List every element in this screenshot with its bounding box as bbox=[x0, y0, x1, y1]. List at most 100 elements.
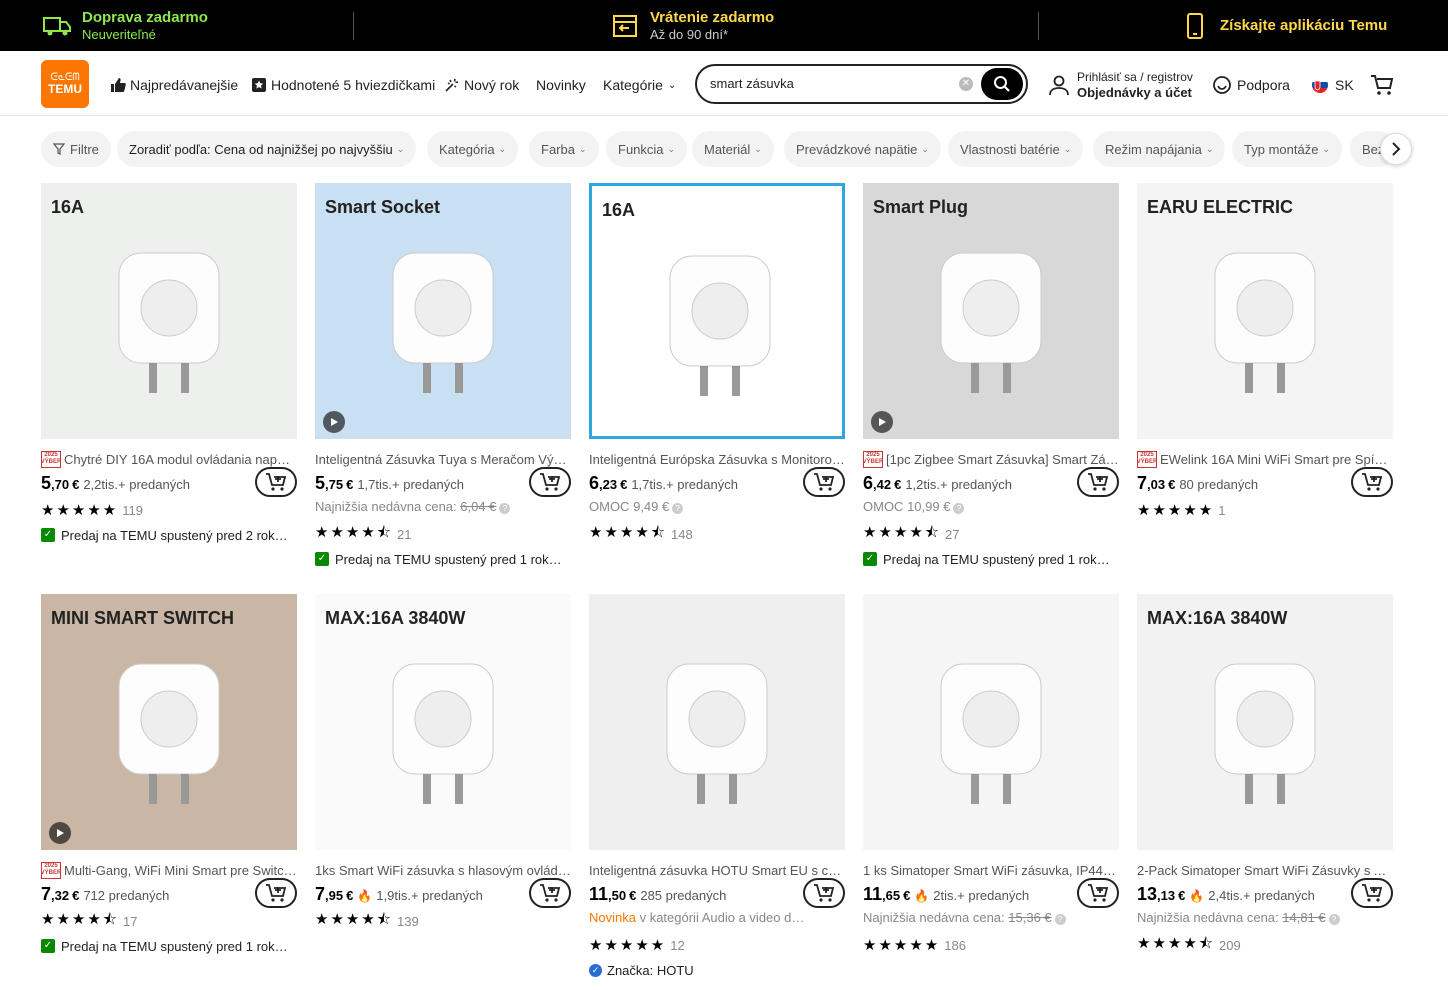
info-icon[interactable]: ? bbox=[1054, 914, 1066, 925]
verified-icon: ✓ bbox=[589, 963, 602, 977]
product-title[interactable]: 2025 VÝBER Chytré DIY 16A modul ovládania … bbox=[41, 450, 297, 468]
filter-chip-power-mode[interactable]: Režim napájania ⌄ bbox=[1093, 131, 1226, 167]
search-button[interactable] bbox=[981, 68, 1023, 100]
info-icon[interactable]: ? bbox=[672, 503, 684, 514]
product-card[interactable]: MAX:16A 3840W 2-Pack Simatoper Smart WiFi… bbox=[1137, 594, 1393, 974]
temu-logo[interactable]: ᕮᓇᕮᗰ TEMU bbox=[41, 60, 89, 108]
product-image[interactable]: 16A bbox=[41, 183, 297, 439]
product-card[interactable]: 16A Inteligentná Európska Zásuvka s Monit… bbox=[589, 183, 845, 563]
image-overlay-text: MAX:16A 3840W bbox=[1147, 608, 1288, 628]
product-card[interactable]: Inteligentná zásuvka HOTU Smart EU s cel… bbox=[589, 594, 845, 978]
product-image[interactable]: 16A bbox=[589, 183, 845, 439]
product-card[interactable]: MAX:16A 3840W 1ks Smart WiFi zásuvka s hl… bbox=[315, 594, 571, 974]
play-video-icon[interactable] bbox=[323, 411, 345, 433]
rating-count: 148 bbox=[671, 526, 693, 542]
filter-chip-voltage[interactable]: Prevádzkové napätie ⌄ bbox=[784, 131, 941, 167]
old-price: 6,04 € bbox=[460, 499, 497, 514]
nav-bestsellers[interactable]: Najpredávanejšie bbox=[110, 76, 238, 94]
product-title[interactable]: 2025 VÝBER [1pc Zigbee Smart Zásuvka] Smar… bbox=[863, 450, 1119, 468]
free-shipping-banner[interactable]: Doprava zadarmo Neuveriteľné bbox=[42, 0, 208, 51]
price-decimal: ,42 bbox=[873, 477, 892, 492]
price-row: 6,42 €1,2tis.+ predaných bbox=[863, 473, 1012, 495]
play-video-icon[interactable] bbox=[871, 411, 893, 433]
add-to-cart-button[interactable] bbox=[255, 878, 297, 908]
sold-count: 1,2tis.+ predaných bbox=[905, 477, 1012, 492]
product-image[interactable] bbox=[863, 594, 1119, 850]
chevron-down-icon: ⌄ bbox=[667, 143, 676, 154]
rating-count: 27 bbox=[945, 526, 960, 542]
filter-chip-battery[interactable]: Vlastnosti batérie ⌄ bbox=[948, 131, 1084, 167]
sold-count: 285 predaných bbox=[640, 888, 727, 903]
add-cart-icon bbox=[540, 884, 561, 902]
info-icon[interactable]: ? bbox=[499, 503, 511, 514]
filter-chip-function[interactable]: Funkcia ⌄ bbox=[606, 131, 688, 167]
hot-icon: 🔥 bbox=[914, 889, 930, 903]
nav-categories[interactable]: Kategórie ⌄ bbox=[603, 76, 676, 94]
product-image[interactable]: Smart Socket bbox=[315, 183, 571, 439]
add-to-cart-button[interactable] bbox=[803, 467, 845, 497]
add-to-cart-button[interactable] bbox=[529, 467, 571, 497]
add-to-cart-button[interactable] bbox=[1351, 467, 1393, 497]
promo-text: Predaj na TEMU spustený pred 1 rok… bbox=[335, 551, 562, 567]
add-to-cart-button[interactable] bbox=[255, 467, 297, 497]
chip-label: Kategória bbox=[439, 141, 495, 157]
free-returns-banner[interactable]: Vrátenie zadarmo Až do 90 dní* bbox=[610, 0, 774, 51]
product-image[interactable]: MAX:16A 3840W bbox=[315, 594, 571, 850]
product-title[interactable]: Inteligentná zásuvka HOTU Smart EU s cel… bbox=[589, 861, 845, 879]
product-card[interactable]: Smart Plug 2025 VÝBER [1pc Zigbee Smart Zás… bbox=[863, 183, 1119, 567]
account-menu[interactable]: Prihlásiť sa / registrov Objednávky a úč… bbox=[1048, 68, 1193, 102]
product-image[interactable] bbox=[589, 594, 845, 850]
add-to-cart-button[interactable] bbox=[803, 878, 845, 908]
cart-button[interactable] bbox=[1370, 75, 1394, 95]
product-title-text: 1ks Smart WiFi zásuvka s hlasovým ovláda… bbox=[315, 862, 571, 878]
product-card[interactable]: Smart Socket Inteligentná Zásuvka Tuya s … bbox=[315, 183, 571, 567]
nav-five-star[interactable]: Hodnotené 5 hviezdičkami bbox=[251, 76, 435, 94]
product-title[interactable]: 2025 VÝBER Multi-Gang, WiFi Mini Smart pre… bbox=[41, 861, 297, 879]
add-to-cart-button[interactable] bbox=[1077, 467, 1119, 497]
product-card[interactable]: 1 ks Simatoper Smart WiFi zásuvka, IP44 … bbox=[863, 594, 1119, 974]
product-card[interactable]: EARU ELECTRIC 2025 VÝBER EWelink 16A Mini W… bbox=[1137, 183, 1393, 563]
product-image[interactable]: EARU ELECTRIC bbox=[1137, 183, 1393, 439]
filter-chip-material[interactable]: Materiál ⌄ bbox=[692, 131, 774, 167]
clear-search-icon[interactable]: ✕ bbox=[959, 77, 973, 91]
product-title[interactable]: 1ks Smart WiFi zásuvka s hlasovým ovláda… bbox=[315, 861, 571, 879]
add-to-cart-button[interactable] bbox=[1077, 878, 1119, 908]
filters-next-button[interactable] bbox=[1380, 133, 1412, 165]
firework-icon bbox=[444, 77, 460, 93]
compare-price: 9,49 € bbox=[633, 499, 670, 514]
product-image[interactable]: MINI SMART SWITCH bbox=[41, 594, 297, 850]
search-bar[interactable]: smart zásuvka ✕ bbox=[695, 64, 1028, 104]
filter-chip-mount[interactable]: Typ montáže ⌄ bbox=[1232, 131, 1342, 167]
filter-chip-color[interactable]: Farba ⌄ bbox=[529, 131, 599, 167]
add-to-cart-button[interactable] bbox=[1351, 878, 1393, 908]
price-row: 6,23 €1,7tis.+ predaných bbox=[589, 473, 738, 495]
nav-new-arrivals[interactable]: Novinky bbox=[536, 76, 586, 94]
add-to-cart-button[interactable] bbox=[529, 878, 571, 908]
search-input[interactable]: smart zásuvka bbox=[710, 76, 794, 91]
info-icon[interactable]: ? bbox=[1328, 914, 1340, 925]
product-title[interactable]: 1 ks Simatoper Smart WiFi zásuvka, IP44 … bbox=[863, 861, 1119, 879]
product-title[interactable]: 2025 VÝBER EWelink 16A Mini WiFi Smart pre… bbox=[1137, 450, 1393, 468]
promo-note: ✓ Predaj na TEMU spustený pred 2 rok… bbox=[41, 526, 299, 544]
nav-new-year[interactable]: Nový rok bbox=[444, 76, 519, 94]
chevron-down-icon: ⌄ bbox=[1205, 143, 1214, 154]
filters-button[interactable]: Filtre bbox=[41, 131, 111, 167]
sort-dropdown[interactable]: Zoradiť podľa: Cena od najnižšej po najv… bbox=[117, 131, 417, 167]
currency: € bbox=[72, 888, 80, 903]
product-card[interactable]: MINI SMART SWITCH 2025 VÝBER Multi-Gang, Wi… bbox=[41, 594, 297, 974]
get-app-banner[interactable]: Získajte aplikáciu Temu bbox=[1180, 0, 1387, 51]
product-image[interactable]: MAX:16A 3840W bbox=[1137, 594, 1393, 850]
info-icon[interactable]: ? bbox=[953, 503, 965, 514]
filter-chip-category[interactable]: Kategória ⌄ bbox=[427, 131, 519, 167]
product-card[interactable]: 16A 2025 VÝBER Chytré DIY 16A modul ovládan… bbox=[41, 183, 297, 563]
sold-count: 80 predaných bbox=[1179, 477, 1259, 492]
currency: € bbox=[894, 477, 902, 492]
product-title[interactable]: 2-Pack Simatoper Smart WiFi Zásuvky s Al… bbox=[1137, 861, 1393, 879]
region-selector[interactable]: SK bbox=[1311, 75, 1354, 95]
star-icons: ★★★★⯪ bbox=[315, 910, 393, 928]
product-title[interactable]: Inteligentná Zásuvka Tuya s Meračom Výk… bbox=[315, 450, 571, 468]
play-video-icon[interactable] bbox=[49, 822, 71, 844]
product-image[interactable]: Smart Plug bbox=[863, 183, 1119, 439]
product-title[interactable]: Inteligentná Európska Zásuvka s Monitoro… bbox=[589, 450, 845, 468]
support-link[interactable]: Podpora bbox=[1212, 75, 1290, 95]
